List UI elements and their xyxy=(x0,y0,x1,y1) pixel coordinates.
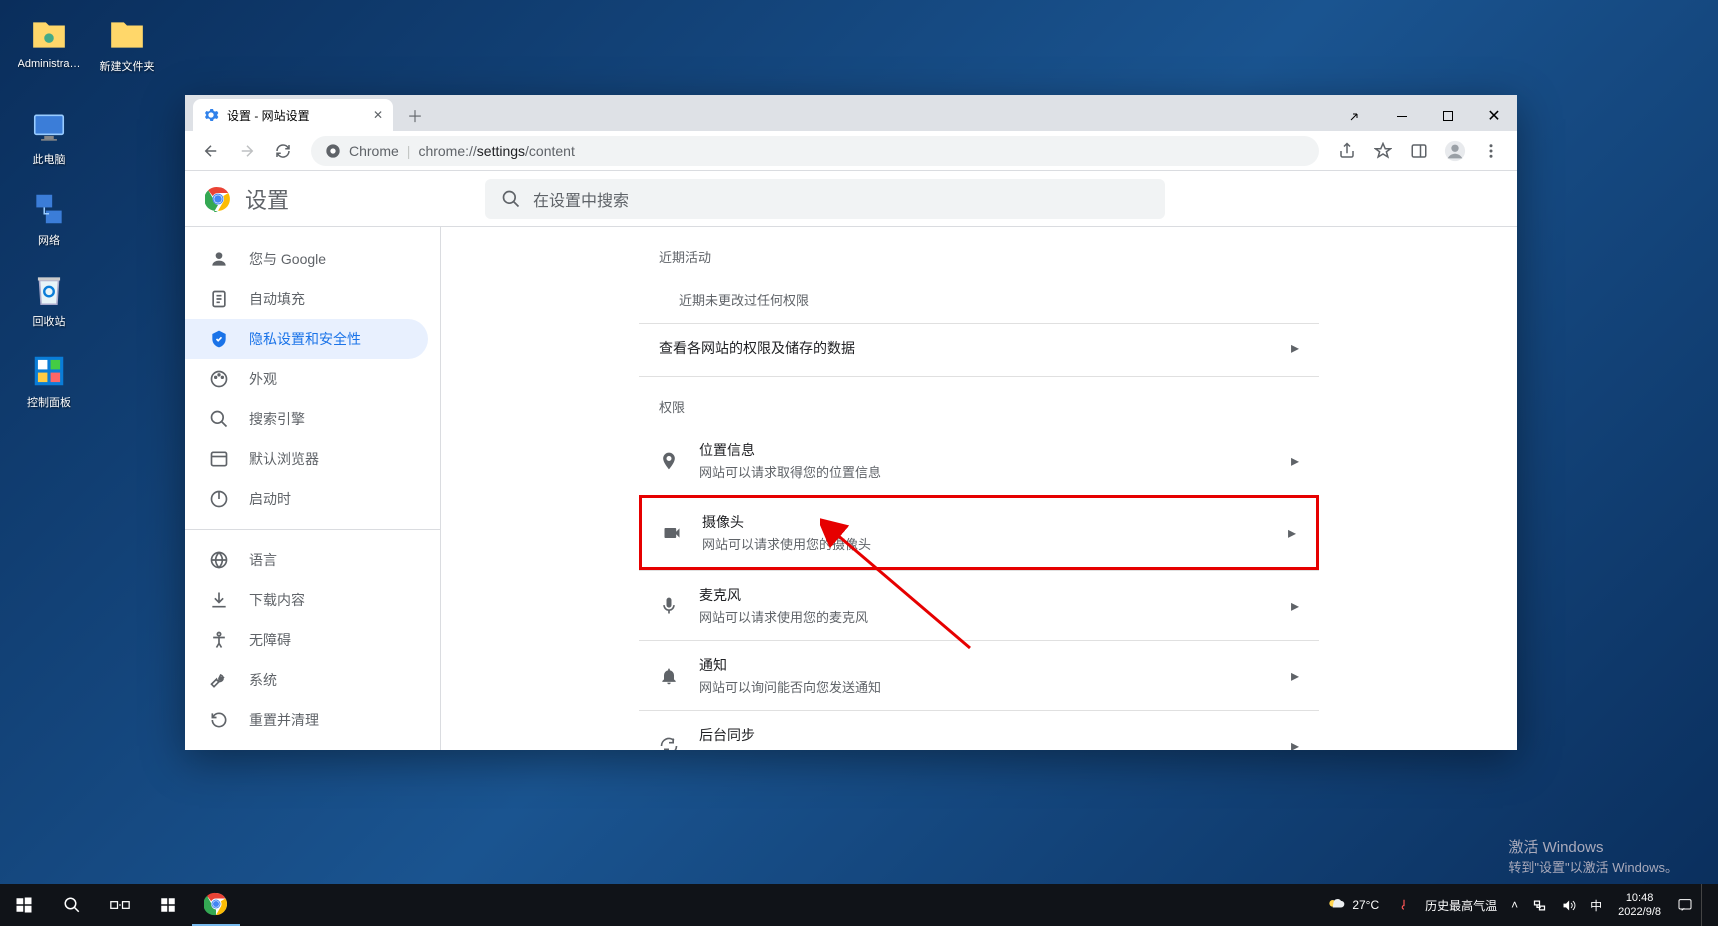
menu-button[interactable] xyxy=(1475,135,1507,167)
weather-icon xyxy=(1326,895,1346,915)
settings-title: 设置 xyxy=(245,183,289,215)
widgets-button[interactable] xyxy=(144,884,192,926)
person-icon xyxy=(209,249,229,269)
desktop-icon-newfolder[interactable]: 新建文件夹 xyxy=(93,15,161,74)
window-minimize-button[interactable] xyxy=(1379,101,1425,131)
sync-icon xyxy=(659,736,679,751)
sidebar-item-startup[interactable]: 启动时 xyxy=(185,479,428,519)
titlebar: 设置 - 网站设置 ✕ ＋ ✕ xyxy=(185,95,1517,131)
taskbar: 27°C 历史最高气温 ˄ 中 10:482022/9/8 xyxy=(0,884,1718,926)
sidepanel-button[interactable] xyxy=(1403,135,1435,167)
section-recent: 近期活动 xyxy=(639,227,1319,276)
desktop-icon-recycle[interactable]: 回收站 xyxy=(15,270,83,329)
settings-header: 设置 在设置中搜索 xyxy=(185,171,1517,227)
reload-button[interactable] xyxy=(267,135,299,167)
browser-toolbar: Chrome | chrome://settings/content xyxy=(185,131,1517,171)
search-icon xyxy=(209,409,229,429)
shield-icon xyxy=(209,329,229,349)
row-location[interactable]: 位置信息网站可以请求取得您的位置信息 ▸ xyxy=(639,426,1319,495)
row-view-permissions[interactable]: 查看各网站的权限及储存的数据 ▸ xyxy=(639,323,1319,372)
chevron-right-icon: ▸ xyxy=(1288,523,1296,543)
tab-title: 设置 - 网站设置 xyxy=(227,107,310,124)
sidebar-item-search[interactable]: 搜索引擎 xyxy=(185,399,428,439)
tray-volume-icon[interactable] xyxy=(1555,884,1582,926)
settings-content[interactable]: 近期活动 近期未更改过任何权限 查看各网站的权限及储存的数据 ▸ 权限 位置信息… xyxy=(441,227,1517,750)
new-tab-button[interactable]: ＋ xyxy=(401,101,429,129)
settings-search[interactable]: 在设置中搜索 xyxy=(485,179,1165,219)
taskbar-clock[interactable]: 10:482022/9/8 xyxy=(1610,891,1669,920)
minimize-button[interactable] xyxy=(1333,101,1379,131)
row-camera[interactable]: 摄像头网站可以请求使用您的摄像头 ▸ xyxy=(639,495,1319,570)
window-close-button[interactable]: ✕ xyxy=(1471,101,1517,131)
search-icon xyxy=(501,189,521,209)
camera-icon xyxy=(662,523,682,543)
desktop-icon-network[interactable]: 网络 xyxy=(15,189,83,248)
row-notifications[interactable]: 通知网站可以询问能否向您发送通知 ▸ xyxy=(639,640,1319,710)
recent-empty-msg: 近期未更改过任何权限 xyxy=(639,276,1319,323)
activation-watermark: 激活 Windows 转到"设置"以激活 Windows。 xyxy=(1508,836,1678,876)
chevron-right-icon: ▸ xyxy=(1291,451,1299,471)
power-icon xyxy=(209,489,229,509)
browser-icon xyxy=(209,449,229,469)
sidebar-item-system[interactable]: 系统 xyxy=(185,660,428,700)
bell-icon xyxy=(659,666,679,686)
sidebar-item-autofill[interactable]: 自动填充 xyxy=(185,279,428,319)
share-button[interactable] xyxy=(1331,135,1363,167)
desktop-icon-thispc[interactable]: 此电脑 xyxy=(15,108,83,167)
desktop-icon-controlpanel[interactable]: 控制面板 xyxy=(15,351,83,410)
row-microphone[interactable]: 麦克风网站可以请求使用您的麦克风 ▸ xyxy=(639,570,1319,640)
settings-sidebar: 您与 Google 自动填充 隐私设置和安全性 外观 搜索引擎 默认浏览器 启动… xyxy=(185,227,441,750)
taskbar-chrome[interactable] xyxy=(192,884,240,926)
sidebar-item-you-google[interactable]: 您与 Google xyxy=(185,239,428,279)
taskbar-weather[interactable]: 27°C xyxy=(1314,895,1391,915)
task-view-button[interactable] xyxy=(96,884,144,926)
window-maximize-button[interactable] xyxy=(1425,101,1471,131)
browser-tab[interactable]: 设置 - 网站设置 ✕ xyxy=(193,99,393,131)
chevron-right-icon: ▸ xyxy=(1291,338,1299,358)
back-button[interactable] xyxy=(195,135,227,167)
location-icon xyxy=(659,451,679,471)
microphone-icon xyxy=(659,596,679,616)
accessibility-icon xyxy=(209,630,229,650)
address-bar[interactable]: Chrome | chrome://settings/content xyxy=(311,136,1319,166)
tray-ime[interactable]: 中 xyxy=(1584,884,1608,926)
chrome-window: 设置 - 网站设置 ✕ ＋ ✕ Chrome | chrome://settin… xyxy=(185,95,1517,750)
palette-icon xyxy=(209,369,229,389)
sidebar-item-privacy[interactable]: 隐私设置和安全性 xyxy=(185,319,428,359)
sidebar-item-languages[interactable]: 语言 xyxy=(185,540,428,580)
start-button[interactable] xyxy=(0,884,48,926)
tray-news[interactable]: 历史最高气温 xyxy=(1419,884,1503,926)
wrench-icon xyxy=(209,670,229,690)
sidebar-item-downloads[interactable]: 下载内容 xyxy=(185,580,428,620)
tray-network-icon[interactable] xyxy=(1526,884,1553,926)
chevron-right-icon: ▸ xyxy=(1291,596,1299,616)
tray-chevron-up-icon[interactable]: ˄ xyxy=(1505,884,1524,926)
desktop-icon-admin[interactable]: Administra… xyxy=(15,15,83,74)
globe-icon xyxy=(209,550,229,570)
chevron-right-icon: ▸ xyxy=(1291,666,1299,686)
search-button[interactable] xyxy=(48,884,96,926)
forward-button[interactable] xyxy=(231,135,263,167)
tray-thermometer[interactable] xyxy=(1391,884,1417,926)
sidebar-item-reset[interactable]: 重置并清理 xyxy=(185,700,428,740)
gear-icon xyxy=(203,107,219,123)
section-permissions: 权限 xyxy=(639,376,1319,426)
chrome-icon xyxy=(325,143,341,159)
chevron-right-icon: ▸ xyxy=(1291,736,1299,751)
sidebar-item-default-browser[interactable]: 默认浏览器 xyxy=(185,439,428,479)
row-background-sync[interactable]: 后台同步最近关闭的网站可以完成数据收发操作 ▸ xyxy=(639,710,1319,750)
sidebar-item-accessibility[interactable]: 无障碍 xyxy=(185,620,428,660)
tray-show-desktop[interactable] xyxy=(1701,884,1714,926)
tray-notifications-icon[interactable] xyxy=(1671,884,1699,926)
download-icon xyxy=(209,590,229,610)
clipboard-icon xyxy=(209,289,229,309)
profile-button[interactable] xyxy=(1439,135,1471,167)
chrome-logo-icon xyxy=(205,186,231,212)
sidebar-item-appearance[interactable]: 外观 xyxy=(185,359,428,399)
bookmark-button[interactable] xyxy=(1367,135,1399,167)
close-icon[interactable]: ✕ xyxy=(373,108,383,122)
restore-icon xyxy=(209,710,229,730)
